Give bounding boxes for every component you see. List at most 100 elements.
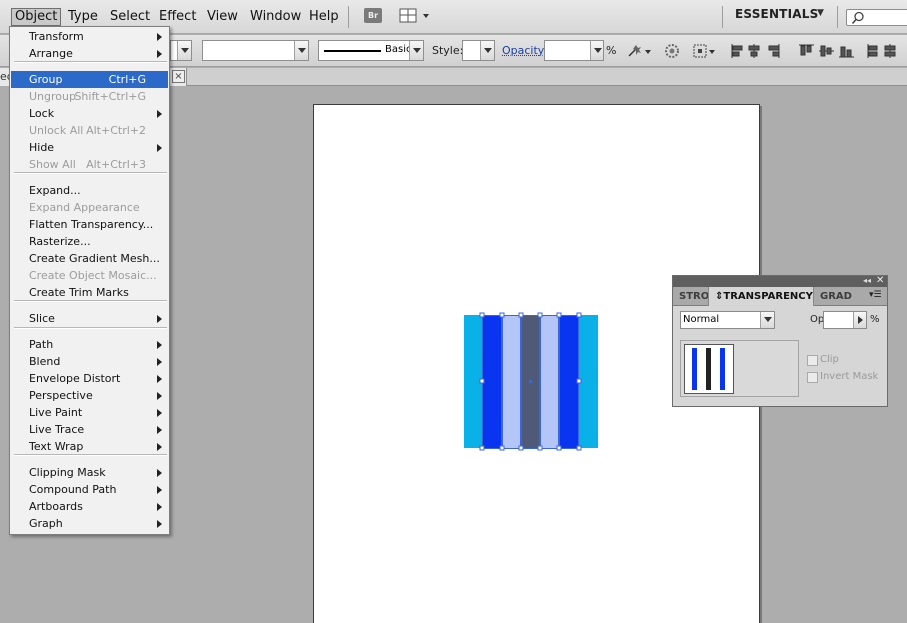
menu-item-live-paint[interactable]: Live Paint xyxy=(11,404,168,421)
menu-select[interactable]: Select xyxy=(107,8,153,26)
menu-item-envelope-distort[interactable]: Envelope Distort xyxy=(11,370,168,387)
menu-object[interactable]: Object xyxy=(11,8,61,26)
align-icons[interactable] xyxy=(730,43,907,59)
menu-item-create-trim-marks[interactable]: Create Trim Marks xyxy=(11,284,168,301)
menu-item-label: Group xyxy=(29,73,63,86)
tab-transparency[interactable]: ⇕TRANSPARENCY xyxy=(708,287,814,306)
menu-item-expand[interactable]: Expand... xyxy=(11,182,168,199)
stroke-style-label: Basic xyxy=(385,44,411,55)
panel-tab-bar: STRO ⇕TRANSPARENCY GRAD xyxy=(673,287,887,306)
opacity-percent: % xyxy=(606,44,616,57)
light-stripe[interactable] xyxy=(502,315,521,448)
menu-item-unlock-all: Unlock All Alt+Ctrl+2 xyxy=(11,122,168,139)
menu-item-group[interactable]: Group Ctrl+G xyxy=(11,71,168,88)
search-input[interactable] xyxy=(846,9,907,26)
chevron-down-icon[interactable] xyxy=(480,41,494,60)
menu-item-label: Create Gradient Mesh... xyxy=(29,252,160,265)
tab-stroke[interactable]: STRO xyxy=(673,287,708,306)
menu-item-lock[interactable]: Lock xyxy=(11,105,168,122)
panel-title-bar[interactable]: ◂◂ ✕ xyxy=(673,276,887,287)
tab-gradient[interactable]: GRAD xyxy=(814,287,854,306)
menu-item-artboards[interactable]: Artboards xyxy=(11,498,168,515)
menu-item-expand-appearance: Expand Appearance xyxy=(11,199,168,216)
select-similar-icon[interactable] xyxy=(692,43,718,59)
center-point xyxy=(529,380,532,383)
menu-item-slice[interactable]: Slice xyxy=(11,310,168,327)
menu-item-label: Artboards xyxy=(29,500,83,513)
menu-item-text-wrap[interactable]: Text Wrap xyxy=(11,438,168,455)
clip-checkbox[interactable] xyxy=(807,355,818,366)
stroke-weight-field[interactable] xyxy=(202,40,309,61)
submenu-arrow-icon xyxy=(157,341,162,349)
chevron-down-icon[interactable] xyxy=(409,41,423,60)
workspace-switcher[interactable]: ESSENTIALS xyxy=(735,7,818,21)
chevron-right-icon[interactable] xyxy=(590,41,603,60)
isolate-group-icon[interactable] xyxy=(664,43,680,59)
submenu-arrow-icon xyxy=(157,110,162,118)
chevron-down-icon[interactable] xyxy=(760,312,774,328)
menu-item-transform[interactable]: Transform xyxy=(11,28,168,45)
close-icon[interactable]: × xyxy=(172,70,185,83)
panel-menu-icon[interactable]: ▾☰ xyxy=(869,290,882,300)
opacity-link[interactable]: Opacity: xyxy=(502,44,547,57)
collapse-icon[interactable]: ◂◂ xyxy=(863,276,871,286)
menu-help[interactable]: Help xyxy=(306,8,342,26)
submenu-arrow-icon xyxy=(157,503,162,511)
menu-item-perspective[interactable]: Perspective xyxy=(11,387,168,404)
chevron-down-icon[interactable] xyxy=(294,41,308,60)
close-icon[interactable]: ✕ xyxy=(876,276,884,286)
menu-item-shortcut: Ctrl+G xyxy=(109,71,146,88)
chevron-right-icon[interactable] xyxy=(853,312,866,328)
menu-item-flatten-transparency[interactable]: Flatten Transparency... xyxy=(11,216,168,233)
menu-item-rasterize[interactable]: Rasterize... xyxy=(11,233,168,250)
menu-item-label: Flatten Transparency... xyxy=(29,218,153,231)
light-stripe[interactable] xyxy=(540,315,559,448)
stroke-profile-dropdown[interactable]: Basic xyxy=(318,40,424,61)
menu-item-hide[interactable]: Hide xyxy=(11,139,168,156)
menu-item-create-gradient-mesh[interactable]: Create Gradient Mesh... xyxy=(11,250,168,267)
graphic-style-dropdown[interactable] xyxy=(462,40,495,61)
cyan-stripe-left[interactable] xyxy=(464,315,482,448)
clip-label: Clip xyxy=(820,354,839,365)
arrange-documents-button[interactable] xyxy=(398,7,432,25)
menu-item-clipping-mask[interactable]: Clipping Mask xyxy=(11,464,168,481)
menu-item-path[interactable]: Path xyxy=(11,336,168,353)
menu-window[interactable]: Window xyxy=(247,8,304,26)
menu-item-label: Transform xyxy=(29,30,84,43)
menu-item-compound-path[interactable]: Compound Path xyxy=(11,481,168,498)
blend-mode-dropdown[interactable]: Normal xyxy=(680,311,775,329)
chevron-down-icon[interactable]: ▼ xyxy=(817,8,824,18)
fill-dropdown[interactable] xyxy=(170,40,192,61)
menu-item-blend[interactable]: Blend xyxy=(11,353,168,370)
menu-item-label: Slice xyxy=(29,312,55,325)
selected-artwork-group[interactable] xyxy=(458,309,604,455)
bridge-button[interactable]: Br xyxy=(364,8,382,23)
cyan-stripe-right[interactable] xyxy=(579,315,598,448)
opacity-input[interactable] xyxy=(544,40,604,61)
blue-stripe[interactable] xyxy=(482,315,502,448)
menu-type[interactable]: Type xyxy=(65,8,101,26)
chevron-down-icon[interactable] xyxy=(177,41,191,60)
menu-item-label: Rasterize... xyxy=(29,235,91,248)
menu-item-label: Live Paint xyxy=(29,406,82,419)
opacity-input[interactable] xyxy=(823,311,867,329)
invert-mask-label: Invert Mask xyxy=(820,371,878,382)
blue-stripe[interactable] xyxy=(559,315,579,448)
recolor-artwork-icon[interactable] xyxy=(626,43,654,59)
stroke-line-icon xyxy=(321,41,385,60)
artwork-thumbnail[interactable] xyxy=(684,344,734,394)
menu-item-label: Create Object Mosaic... xyxy=(29,269,157,282)
menu-item-arrange[interactable]: Arrange xyxy=(11,45,168,62)
menu-item-live-trace[interactable]: Live Trace xyxy=(11,421,168,438)
menu-separator xyxy=(722,6,723,28)
menu-effect[interactable]: Effect xyxy=(156,8,199,26)
menu-item-graph[interactable]: Graph xyxy=(11,515,168,532)
menu-view[interactable]: View xyxy=(204,8,241,26)
submenu-arrow-icon xyxy=(157,426,162,434)
invert-mask-checkbox[interactable] xyxy=(807,372,818,383)
submenu-arrow-icon xyxy=(157,50,162,58)
menu-item-label: Ungroup xyxy=(29,90,76,103)
opacity-percent: % xyxy=(870,314,880,325)
menu-separator xyxy=(14,300,167,302)
menu-item-label: Live Trace xyxy=(29,423,84,436)
